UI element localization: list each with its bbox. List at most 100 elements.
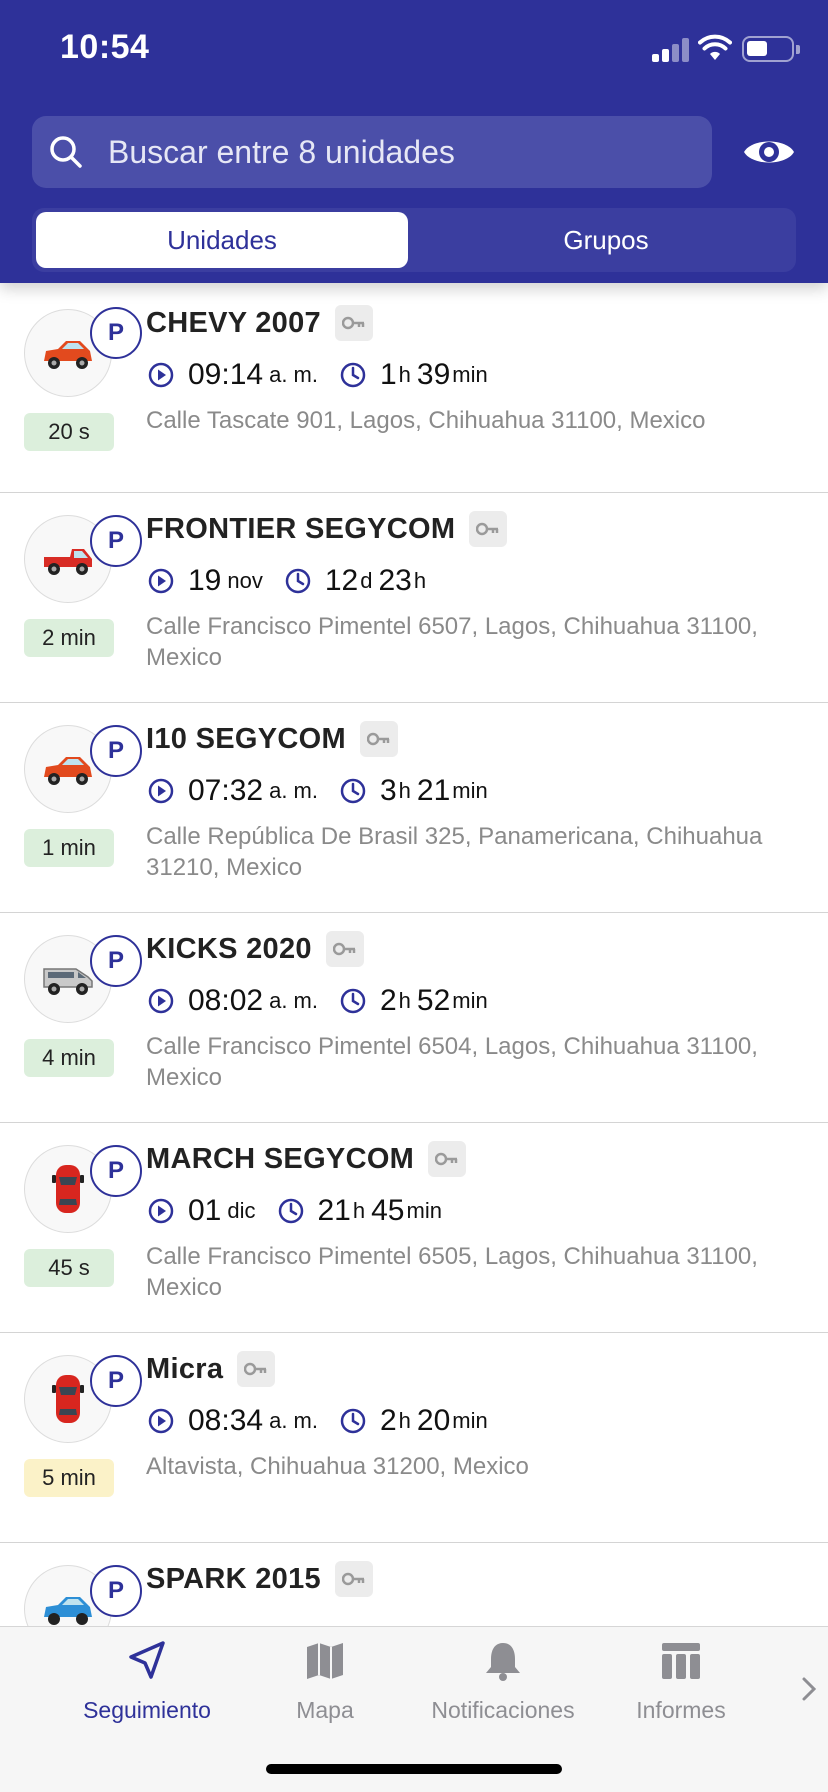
update-age-badge: 5 min [24,1459,114,1497]
duration-a: 2 [379,1404,397,1437]
tab-mapa[interactable]: Mapa [236,1627,414,1747]
unit-name-line: KICKS 2020 [146,931,364,967]
parking-badge: P [90,1355,142,1407]
duration-b-unit: min [452,362,488,387]
unit-name: CHEVY 2007 [146,306,321,339]
duration-a-unit: h [398,988,411,1013]
key-icon [237,1351,276,1387]
unit-name-line: I10 SEGYCOM [146,721,398,757]
list-item[interactable]: P 1 min I10 SEGYCOM 07:32 a. m. 3 h 21 m… [0,703,828,913]
tab-notificaciones[interactable]: Notificaciones [414,1627,592,1747]
tab-unidades[interactable]: Unidades [36,212,408,268]
list-item[interactable]: P SPARK 2015 [0,1543,828,1626]
unit-name: KICKS 2020 [146,932,312,965]
tab-label: Seguimiento [83,1697,211,1723]
duration-b-unit: min [452,988,488,1013]
unit-name: I10 SEGYCOM [146,722,346,755]
tab-label: Informes [636,1697,726,1723]
duration-a-unit: h [352,1198,366,1223]
list-item[interactable]: P 2 min FRONTIER SEGYCOM 19 nov 12 d 23 … [0,493,828,703]
parking-badge: P [90,515,142,567]
status-bar: 10:54 [0,0,828,100]
time-suffix: dic [227,1198,256,1223]
search-icon [50,136,82,168]
navigation-arrow-icon [129,1641,165,1679]
app-header: 10:54 Unidades Grupos [0,0,828,283]
key-icon [359,721,398,757]
list-item[interactable]: P 5 min Micra 08:34 a. m. 2 h 20 min Alt… [0,1333,828,1543]
unit-name-line: Micra [146,1351,276,1387]
unit-address: Calle Francisco Pimentel 6504, Lagos, Ch… [146,1033,758,1091]
parking-badge: P [90,1145,142,1197]
play-circle-icon [148,778,174,804]
update-age-badge: 2 min [24,619,114,657]
unit-name-line: SPARK 2015 [146,1561,373,1597]
parking-badge: P [90,725,142,777]
segmented-control: Unidades Grupos [32,208,796,272]
time-main: 19 [188,564,222,597]
search-bar[interactable] [32,116,712,188]
duration-b-unit: min [452,1408,488,1433]
time-suffix: a. m. [269,988,318,1013]
unit-meta: 07:32 a. m. 3 h 21 min [146,774,494,808]
unit-meta: 08:02 a. m. 2 h 52 min [146,984,494,1018]
duration-a-unit: h [398,1408,411,1433]
duration-b-unit: min [406,1198,442,1223]
list-item[interactable]: P 20 s CHEVY 2007 09:14 a. m. 1 h 39 min… [0,283,828,493]
time-suffix: a. m. [269,778,318,803]
play-circle-icon [148,362,174,388]
wifi-icon [698,34,732,60]
tab-label: Notificaciones [431,1697,575,1723]
bell-icon [486,1643,520,1681]
chevron-right-icon[interactable] [800,1675,818,1703]
table-icon [662,1643,700,1679]
play-circle-icon [148,1408,174,1434]
update-age-badge: 1 min [24,829,114,867]
unit-address: Calle Francisco Pimentel 6507, Lagos, Ch… [146,613,758,671]
update-age-badge: 20 s [24,413,114,451]
unit-address: Calle Francisco Pimentel 6505, Lagos, Ch… [146,1243,758,1301]
duration-b: 23 [378,564,412,597]
duration-a: 2 [379,984,397,1017]
unit-meta: 08:34 a. m. 2 h 20 min [146,1404,494,1438]
tab-seguimiento[interactable]: Seguimiento [58,1627,236,1747]
duration-b: 21 [416,774,451,807]
unit-name: MARCH SEGYCOM [146,1142,415,1175]
tab-label: Mapa [296,1697,354,1723]
search-input[interactable] [108,116,698,188]
clock-icon [285,568,311,594]
unit-meta: 01 dic 21 h 45 min [146,1194,448,1228]
unit-name-line: FRONTIER SEGYCOM [146,511,508,547]
duration-a: 1 [379,358,397,391]
unit-meta: 09:14 a. m. 1 h 39 min [146,358,494,392]
unit-name: FRONTIER SEGYCOM [146,512,456,545]
time-main: 01 [188,1194,222,1227]
key-icon [428,1141,467,1177]
key-icon [469,511,508,547]
eye-icon[interactable] [742,130,796,174]
time-suffix: nov [227,568,263,593]
unit-address: Altavista, Chihuahua 31200, Mexico [146,1453,529,1480]
update-age-badge: 45 s [24,1249,114,1287]
list-item[interactable]: P 45 s MARCH SEGYCOM 01 dic 21 h 45 min … [0,1123,828,1333]
play-circle-icon [148,1198,174,1224]
duration-a-unit: d [360,568,373,593]
duration-a: 3 [379,774,397,807]
unit-name: SPARK 2015 [146,1562,321,1595]
duration-b: 20 [416,1404,451,1437]
key-icon [325,931,364,967]
clock-icon [340,1408,366,1434]
tab-grupos[interactable]: Grupos [420,212,792,268]
status-time: 10:54 [60,28,150,66]
list-item[interactable]: P 4 min KICKS 2020 08:02 a. m. 2 h 52 mi… [0,913,828,1123]
play-circle-icon [148,568,174,594]
duration-a: 21 [317,1194,351,1227]
unit-address: Calle Tascate 901, Lagos, Chihuahua 3110… [146,407,706,434]
time-main: 08:34 [188,1404,264,1437]
duration-b-unit: h [413,568,427,593]
parking-badge: P [90,935,142,987]
key-icon [334,305,373,341]
parking-badge: P [90,307,142,359]
time-main: 08:02 [188,984,264,1017]
tab-informes[interactable]: Informes [592,1627,770,1747]
